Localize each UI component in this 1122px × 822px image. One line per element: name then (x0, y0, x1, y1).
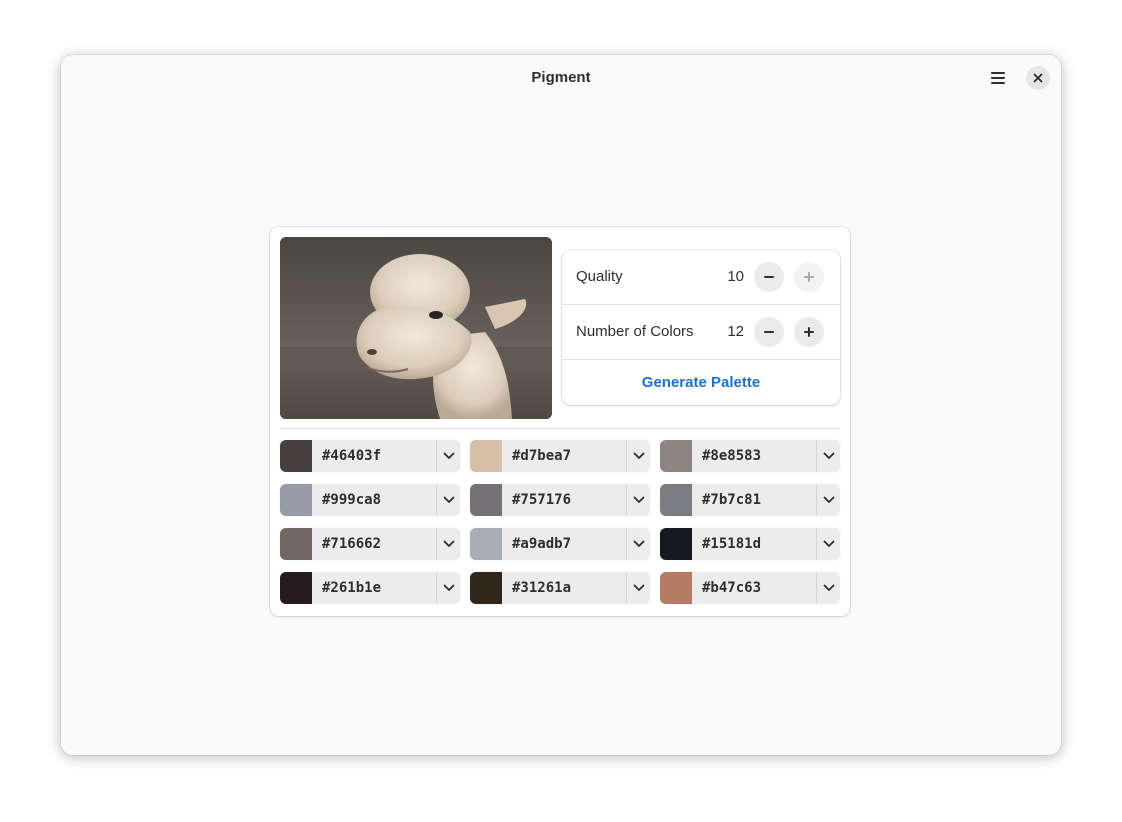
color-preview[interactable] (470, 440, 502, 472)
color-preview[interactable] (280, 484, 312, 516)
color-hex-label[interactable]: #31261a (512, 580, 571, 596)
num-colors-value: 12 (727, 323, 744, 340)
color-hex-label[interactable]: #716662 (322, 536, 381, 552)
color-swatch: #15181d (660, 528, 840, 560)
color-hex-label[interactable]: #d7bea7 (512, 448, 571, 464)
quality-value: 10 (727, 268, 744, 285)
color-hex-label[interactable]: #46403f (322, 448, 381, 464)
color-preview[interactable] (470, 572, 502, 604)
color-swatch: #716662 (280, 528, 460, 560)
chevron-down-icon (633, 452, 644, 459)
app-window: Pigment Quality 10 Number of Colors 12 G… (61, 55, 1061, 755)
color-preview[interactable] (470, 528, 502, 560)
color-hex-label[interactable]: #261b1e (322, 580, 381, 596)
hamburger-menu-icon (991, 72, 1005, 84)
color-format-dropdown[interactable] (627, 440, 650, 472)
chevron-down-icon (823, 496, 834, 503)
close-icon (1033, 73, 1043, 83)
chevron-down-icon (633, 584, 644, 591)
chevron-down-icon (633, 540, 644, 547)
headerbar: Pigment (61, 55, 1061, 101)
num-colors-row: Number of Colors 12 (562, 305, 840, 360)
num-colors-decrease-button[interactable] (754, 317, 784, 347)
close-button[interactable] (1026, 66, 1050, 90)
color-swatch: #8e8583 (660, 440, 840, 472)
palette-card: Quality 10 Number of Colors 12 Generate … (270, 227, 850, 616)
color-swatch: #b47c63 (660, 572, 840, 604)
divider (280, 428, 840, 429)
color-hex-label[interactable]: #7b7c81 (702, 492, 761, 508)
num-colors-increase-button[interactable] (794, 317, 824, 347)
quality-increase-button[interactable] (794, 262, 824, 292)
color-swatch: #757176 (470, 484, 650, 516)
color-preview[interactable] (660, 440, 692, 472)
main-menu-button[interactable] (983, 66, 1013, 90)
chevron-down-icon (823, 452, 834, 459)
color-hex-label[interactable]: #a9adb7 (512, 536, 571, 552)
color-swatch: #7b7c81 (660, 484, 840, 516)
color-format-dropdown[interactable] (437, 484, 460, 516)
quality-decrease-button[interactable] (754, 262, 784, 292)
chevron-down-icon (443, 540, 454, 547)
chevron-down-icon (823, 584, 834, 591)
settings-list: Quality 10 Number of Colors 12 Generate … (562, 250, 840, 405)
color-format-dropdown[interactable] (817, 484, 840, 516)
quality-label: Quality (576, 268, 623, 285)
color-preview[interactable] (660, 484, 692, 516)
color-format-dropdown[interactable] (627, 484, 650, 516)
chevron-down-icon (443, 452, 454, 459)
chevron-down-icon (823, 540, 834, 547)
color-format-dropdown[interactable] (817, 528, 840, 560)
chevron-down-icon (443, 584, 454, 591)
color-preview[interactable] (470, 484, 502, 516)
color-swatch: #d7bea7 (470, 440, 650, 472)
color-format-dropdown[interactable] (437, 528, 460, 560)
minus-icon (764, 276, 774, 278)
color-swatch: #261b1e (280, 572, 460, 604)
color-swatch: #999ca8 (280, 484, 460, 516)
color-preview[interactable] (280, 572, 312, 604)
color-preview[interactable] (280, 440, 312, 472)
color-format-dropdown[interactable] (817, 440, 840, 472)
color-swatch: #46403f (280, 440, 460, 472)
color-hex-label[interactable]: #8e8583 (702, 448, 761, 464)
quality-row: Quality 10 (562, 250, 840, 305)
color-hex-label[interactable]: #15181d (702, 536, 761, 552)
color-format-dropdown[interactable] (437, 440, 460, 472)
color-hex-label[interactable]: #999ca8 (322, 492, 381, 508)
window-title: Pigment (531, 69, 591, 86)
generate-palette-button[interactable]: Generate Palette (562, 360, 840, 405)
color-swatch: #31261a (470, 572, 650, 604)
chevron-down-icon (443, 496, 454, 503)
color-format-dropdown[interactable] (627, 572, 650, 604)
color-format-dropdown[interactable] (627, 528, 650, 560)
color-format-dropdown[interactable] (437, 572, 460, 604)
minus-icon (764, 331, 774, 333)
plus-icon (804, 327, 814, 337)
color-preview[interactable] (660, 572, 692, 604)
alpaca-photo[interactable] (280, 237, 552, 419)
color-preview[interactable] (660, 528, 692, 560)
color-hex-label[interactable]: #b47c63 (702, 580, 761, 596)
plus-icon (804, 272, 814, 282)
color-swatch: #a9adb7 (470, 528, 650, 560)
color-preview[interactable] (280, 528, 312, 560)
num-colors-label: Number of Colors (576, 323, 694, 340)
chevron-down-icon (633, 496, 644, 503)
color-hex-label[interactable]: #757176 (512, 492, 571, 508)
color-format-dropdown[interactable] (817, 572, 840, 604)
